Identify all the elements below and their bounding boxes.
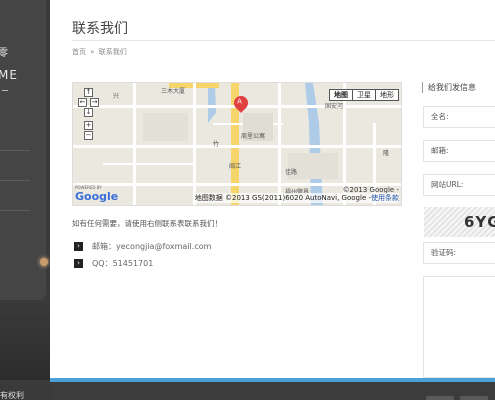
contact-form: 给我们发信息 全名: 邮箱: 网站URL: 6YG 验证码: xyxy=(422,80,495,378)
map-type-terrain-button[interactable]: 地形 xyxy=(375,89,399,101)
contact-qq-row: › QQ：51451701 xyxy=(74,258,153,269)
map-label: 闽江 xyxy=(229,163,242,170)
google-logo[interactable]: Google xyxy=(75,190,118,203)
contact-email: 邮箱：yecongjia@foxmail.com xyxy=(92,242,212,251)
map-label: 隆 xyxy=(383,150,390,157)
map-type-satellite-button[interactable]: 卫星 xyxy=(352,89,376,101)
contact-email-row: › 邮箱：yecongjia@foxmail.com xyxy=(74,241,211,252)
map-label: 佳路 xyxy=(285,169,298,176)
captcha-field[interactable]: 验证码: xyxy=(423,242,495,264)
sidebar-nav-divider xyxy=(0,180,30,181)
map-marker-letter: A xyxy=(237,97,242,106)
map-attribution-text: 地图数据 ©2013 GS(2011)6020 AutoNavi, Google… xyxy=(194,194,371,202)
sidebar-bottom-shade xyxy=(0,300,50,380)
breadcrumb-current: 联系我们 xyxy=(98,48,127,56)
website-url-field[interactable]: 网站URL: xyxy=(423,174,495,196)
sidebar-nav-divider xyxy=(0,150,30,151)
sidebar-footer-text: 有权利 xyxy=(0,391,24,400)
title-divider xyxy=(72,40,495,41)
map-type-map-button[interactable]: 地图 xyxy=(329,89,353,101)
map-label: 国安河 xyxy=(325,103,344,110)
sidebar-logo-fragment: 零 xyxy=(0,48,8,59)
contact-qq: QQ：51451701 xyxy=(92,259,154,268)
form-heading: 给我们发信息 xyxy=(422,82,476,93)
map-label: 周里公寓 xyxy=(241,133,266,140)
arrow-right-icon: › xyxy=(74,259,83,268)
map-label: 三木大厦 xyxy=(161,88,186,95)
google-map[interactable]: 三木大厦 周里公寓 国安河 佳路 兴 竹 福州警界 闽江 隆 ↑ ← → ↓ +… xyxy=(72,82,402,206)
bottom-button[interactable] xyxy=(460,396,488,400)
sidebar-decoration xyxy=(40,258,48,266)
sidebar-divider xyxy=(2,90,8,91)
sidebar-nav-divider xyxy=(0,210,30,211)
captcha-image[interactable]: 6YG xyxy=(424,207,495,237)
left-sidebar: 零 ME 有权利 xyxy=(0,0,50,400)
map-terms-link[interactable]: 使用条款 xyxy=(371,194,399,202)
map-zoom-in-button[interactable]: + xyxy=(84,121,93,130)
map-label: 兴 xyxy=(113,93,120,100)
map-pan-up-button[interactable]: ↑ xyxy=(84,88,93,97)
email-field[interactable]: 邮箱: xyxy=(423,140,495,162)
message-textarea[interactable] xyxy=(423,276,495,378)
contact-intro: 如有任何需要，请使用右侧联系表联系我们！ xyxy=(72,219,222,228)
map-type-switcher: 地图 卫星 地形 xyxy=(329,89,399,101)
breadcrumb: 首页 » 联系我们 xyxy=(72,47,129,57)
map-zoom-out-button[interactable]: − xyxy=(84,131,93,140)
fullname-field[interactable]: 全名: xyxy=(423,106,495,128)
bottom-button[interactable] xyxy=(426,396,454,400)
arrow-right-icon: › xyxy=(74,242,83,251)
map-label: 竹 xyxy=(213,141,220,148)
sidebar-brand-fragment[interactable]: ME xyxy=(0,68,18,82)
map-attribution: 地图数据 ©2013 GS(2011)6020 AutoNavi, Google… xyxy=(194,193,399,203)
breadcrumb-home[interactable]: 首页 xyxy=(72,48,86,56)
map-pan-right-button[interactable]: → xyxy=(90,98,99,107)
breadcrumb-separator: » xyxy=(90,48,95,56)
page-title: 联系我们 xyxy=(72,21,128,37)
map-pan-down-button[interactable]: ↓ xyxy=(84,108,93,117)
map-pan-left-button[interactable]: ← xyxy=(78,98,87,107)
